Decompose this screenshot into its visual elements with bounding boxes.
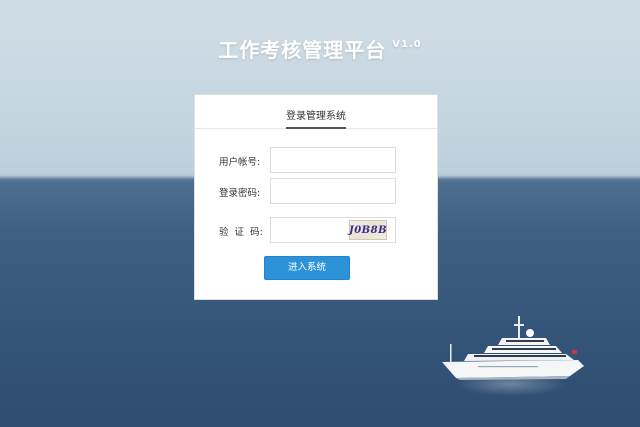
password-input[interactable] <box>270 178 396 204</box>
page-title: 工作考核管理平台 V1.0 <box>0 34 640 63</box>
app-title-text: 工作考核管理平台 <box>218 38 387 62</box>
enter-system-button[interactable]: 进入系统 <box>264 256 350 280</box>
username-input[interactable] <box>270 147 396 173</box>
username-row: 用户帐号: <box>195 147 437 173</box>
password-label: 登录密码: <box>219 188 261 199</box>
version-badge: V1.0 <box>392 39 422 50</box>
login-card: 登录管理系统 用户帐号: 登录密码: 验 证 码: J0B8B 进入系统 <box>194 94 438 300</box>
captcha-row: 验 证 码: J0B8B <box>195 217 437 243</box>
yacht-image <box>442 316 584 380</box>
captcha-image[interactable]: J0B8B <box>349 220 387 240</box>
captcha-label: 验 证 码: <box>219 227 263 238</box>
password-row: 登录密码: <box>195 178 437 204</box>
username-label: 用户帐号: <box>219 157 261 168</box>
login-tab-bar: 登录管理系统 <box>195 95 437 129</box>
tab-login-management[interactable]: 登录管理系统 <box>286 107 346 129</box>
